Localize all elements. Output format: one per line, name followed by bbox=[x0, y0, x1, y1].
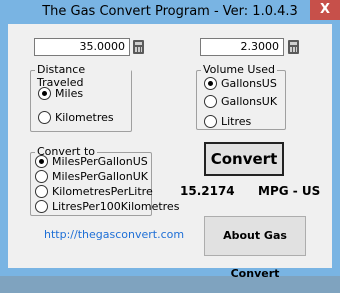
radio-label-km-per-litre: KilometresPerLitre bbox=[52, 185, 153, 198]
result-unit: MPG - US bbox=[258, 184, 321, 198]
radio-kilometres[interactable]: Kilometres bbox=[38, 111, 114, 124]
calculator-icon[interactable] bbox=[133, 40, 144, 54]
radio-selected-indicator bbox=[38, 87, 51, 100]
volume-input[interactable]: 2.3000 bbox=[200, 38, 284, 56]
radio-label-mpg-uk: MilesPerGallonUK bbox=[52, 170, 148, 183]
radio-label-gallons-us: GallonsUS bbox=[221, 77, 277, 90]
radio-litres[interactable]: Litres bbox=[204, 115, 251, 128]
close-button[interactable]: X bbox=[310, 0, 340, 20]
distance-group: Distance Traveled Miles Kilometres bbox=[30, 63, 132, 132]
radio-label-miles: Miles bbox=[55, 87, 84, 100]
radio-litres-per-100km[interactable]: LitresPer100Kilometres bbox=[35, 200, 179, 213]
radio-label-litres: Litres bbox=[221, 115, 252, 128]
radio-label-kilometres: Kilometres bbox=[55, 111, 114, 124]
radio-miles[interactable]: Miles bbox=[38, 87, 83, 100]
title-bar[interactable]: The Gas Convert Program - Ver: 1.0.4.3 X bbox=[0, 0, 340, 24]
volume-group-label: Volume Used bbox=[201, 63, 277, 76]
radio-indicator bbox=[38, 111, 51, 124]
radio-gallons-us[interactable]: GallonsUS bbox=[204, 77, 277, 90]
radio-label-mpg-us: MilesPerGallonUS bbox=[52, 155, 148, 168]
client-area: 35.0000 2.3000 Distance Traveled Miles K… bbox=[8, 24, 332, 280]
distance-group-label: Distance Traveled bbox=[35, 63, 131, 89]
radio-indicator bbox=[35, 170, 48, 183]
about-button[interactable]: About Gas Convert bbox=[204, 216, 306, 280]
radio-gallons-uk[interactable]: GallonsUK bbox=[204, 95, 277, 108]
result-value: 15.2174 bbox=[180, 184, 235, 198]
radio-indicator bbox=[35, 185, 48, 198]
app-window: The Gas Convert Program - Ver: 1.0.4.3 X… bbox=[0, 0, 340, 280]
radio-selected-indicator bbox=[204, 77, 217, 90]
radio-mpg-us[interactable]: MilesPerGallonUS bbox=[35, 155, 148, 168]
window-title: The Gas Convert Program - Ver: 1.0.4.3 bbox=[42, 4, 298, 19]
website-link[interactable]: http://thegasconvert.com bbox=[44, 228, 184, 241]
volume-group: Volume Used GallonsUS GallonsUK Litres bbox=[196, 63, 286, 130]
distance-input[interactable]: 35.0000 bbox=[34, 38, 130, 56]
convert-to-group: Convert to MilesPerGallonUS MilesPerGall… bbox=[30, 145, 179, 216]
radio-mpg-uk[interactable]: MilesPerGallonUK bbox=[35, 170, 148, 183]
radio-km-per-litre[interactable]: KilometresPerLitre bbox=[35, 185, 153, 198]
radio-indicator bbox=[204, 95, 217, 108]
radio-indicator bbox=[35, 200, 48, 213]
radio-selected-indicator bbox=[35, 155, 48, 168]
convert-button[interactable]: Convert bbox=[204, 142, 284, 176]
radio-indicator bbox=[204, 115, 217, 128]
calculator-icon[interactable] bbox=[288, 40, 299, 54]
radio-label-litres-per-100km: LitresPer100Kilometres bbox=[52, 200, 180, 213]
radio-label-gallons-uk: GallonsUK bbox=[221, 95, 278, 108]
